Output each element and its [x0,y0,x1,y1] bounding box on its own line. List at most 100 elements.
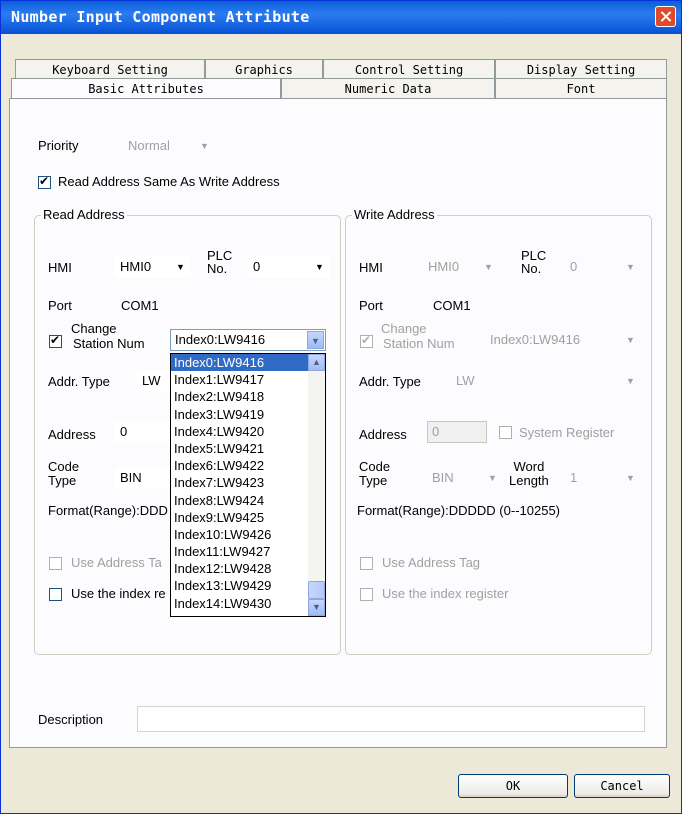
read-hmi-select[interactable]: HMI0 ▼ [115,256,191,278]
read-port-value: COM1 [121,298,159,313]
write-plc-value: 0 [570,259,578,274]
write-plc-select[interactable]: 0 ▼ [565,256,641,278]
write-change-station-checkbox[interactable] [360,333,373,348]
read-station-select[interactable]: Index0:LW9416 ▼ [170,329,326,351]
read-address-input[interactable]: 0 [115,421,175,443]
dropdown-item[interactable]: Index4:LW9420 [171,423,308,440]
dropdown-item[interactable]: Index13:LW9429 [171,577,308,594]
read-use-tag-checkbox[interactable] [49,557,62,570]
tab-keyboard-setting[interactable]: Keyboard Setting [15,59,205,79]
system-register-checkbox[interactable] [499,426,512,439]
write-hmi-select[interactable]: HMI0 ▼ [423,256,499,278]
write-addr-type-select[interactable]: LW ▼ [451,370,641,392]
dropdown-item[interactable]: Index10:LW9426 [171,526,308,543]
write-station-value: Index0:LW9416 [490,332,581,347]
word-length-select[interactable]: 1 ▼ [565,467,641,489]
write-use-index-label: Use the index register [382,586,509,601]
read-plc-value: 0 [253,259,261,274]
scroll-thumb[interactable] [308,581,325,599]
write-use-tag-label: Use Address Tag [382,555,481,570]
write-plc-label: PLC No. [521,249,546,275]
tab-graphics[interactable]: Graphics [205,59,323,79]
write-address-legend: Write Address [352,207,437,222]
write-addr-type-label: Addr. Type [359,374,421,389]
read-format-text: Format(Range):DDD [48,503,168,518]
read-plc-select[interactable]: 0 ▼ [248,256,330,278]
write-port-label: Port [359,298,383,313]
word-length-value: 1 [570,470,578,485]
description-label: Description [38,712,104,727]
word-label-1: Word [513,459,545,474]
write-port-value: COM1 [433,298,471,313]
chevron-down-icon: ▼ [307,331,324,349]
write-change-label-2: Station Num [383,336,455,351]
tab-basic-attributes[interactable]: Basic Attributes [11,78,281,99]
read-address-label: Address [48,427,96,442]
write-addr-type-value: LW [456,373,475,388]
read-hmi-value: HMI0 [120,259,152,274]
tab-numeric-data[interactable]: Numeric Data [281,78,495,98]
chevron-down-icon: ▼ [626,262,635,272]
write-address-input[interactable]: 0 [427,421,487,443]
dropdown-item[interactable]: Index11:LW9427 [171,543,308,560]
dropdown-scrollbar[interactable]: ▲ ▼ [308,354,325,616]
write-change-station-label: Change Station Num [381,321,455,351]
close-icon[interactable] [655,6,676,27]
station-dropdown-list[interactable]: Index0:LW9416 Index1:LW9417 Index2:LW9418 I… [170,353,326,617]
read-change-label-1: Change [71,321,117,336]
read-code-type-label: Code Type [48,460,79,488]
priority-label: Priority [38,138,79,153]
scroll-up-icon[interactable]: ▲ [308,354,325,371]
write-hmi-label: HMI [359,260,383,275]
priority-select[interactable]: Normal ▼ [123,135,215,157]
system-register-label: System Register [519,425,615,440]
tab-display-setting[interactable]: Display Setting [495,59,667,79]
dropdown-item[interactable]: Index2:LW9418 [171,388,308,405]
read-code-label-1: Code [48,459,80,474]
write-change-label-1: Change [381,321,427,336]
write-plc-label-2: No. [521,261,542,276]
dropdown-item[interactable]: Index12:LW9428 [171,560,308,577]
scroll-down-icon[interactable]: ▼ [308,599,325,616]
dropdown-item[interactable]: Index1:LW9417 [171,371,308,388]
write-use-index-checkbox[interactable] [360,588,373,601]
same-address-checkbox[interactable] [38,174,51,189]
write-code-value: BIN [432,470,454,485]
description-input[interactable] [137,706,645,732]
read-use-index-checkbox[interactable] [49,588,62,601]
chevron-down-icon: ▼ [626,335,635,345]
write-station-select[interactable]: Index0:LW9416 ▼ [485,329,641,351]
dropdown-item[interactable]: Index3:LW9419 [171,406,308,423]
write-format-text: Format(Range):DDDDD (0--10255) [357,503,560,518]
read-plc-label-2: No. [207,261,228,276]
dropdown-item[interactable]: Index14:LW9430 [171,595,308,612]
ok-button[interactable]: OK [458,774,568,798]
chevron-down-icon: ▼ [626,376,635,386]
chevron-down-icon: ▼ [315,262,324,272]
chevron-down-icon: ▼ [488,473,497,483]
title-bar[interactable]: Number Input Component Attribute [1,1,681,34]
same-address-label: Read Address Same As Write Address [58,174,280,189]
dropdown-item[interactable]: Index5:LW9421 [171,440,308,457]
dropdown-items: Index0:LW9416 Index1:LW9417 Index2:LW9418 I… [171,354,325,612]
dropdown-item[interactable]: Index8:LW9424 [171,492,308,509]
write-code-label-2: Type [359,473,388,488]
dialog-window: Number Input Component Attribute Keyboar… [0,0,682,814]
tab-font[interactable]: Font [495,78,667,98]
dropdown-item[interactable]: Index6:LW9422 [171,457,308,474]
read-addr-type-label: Addr. Type [48,374,110,389]
priority-value: Normal [128,138,170,153]
read-change-station-label: Change Station Num [71,321,145,351]
dropdown-item[interactable]: Index9:LW9425 [171,509,308,526]
read-address-legend: Read Address [41,207,127,222]
tab-control-setting[interactable]: Control Setting [323,59,495,79]
write-use-tag-checkbox[interactable] [360,557,373,570]
cancel-button[interactable]: Cancel [574,774,670,798]
read-change-label-2: Station Num [73,336,145,351]
dropdown-item[interactable]: Index7:LW9423 [171,474,308,491]
word-length-label: Word Length [509,460,549,488]
write-code-type-select[interactable]: BIN ▼ [427,467,503,489]
read-change-station-checkbox[interactable] [49,333,62,348]
dropdown-item[interactable]: Index0:LW9416 [171,354,308,372]
read-code-type-select[interactable]: BIN [115,467,175,489]
